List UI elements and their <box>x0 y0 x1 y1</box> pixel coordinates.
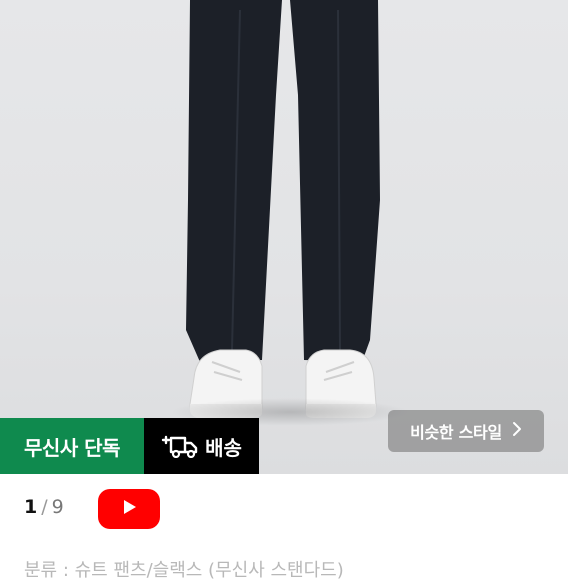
chevron-right-icon <box>512 421 522 441</box>
exclusive-badge: 무신사 단독 <box>0 418 144 474</box>
delivery-badge-label: 배송 <box>205 435 242 460</box>
similar-style-label: 비슷한 스타일 <box>410 423 502 442</box>
exclusive-badge-label: 무신사 단독 <box>24 435 120 460</box>
image-counter: 1/9 <box>24 496 64 518</box>
product-category: 분류 : 슈트 팬츠/슬랙스 (무신사 스탠다드) <box>24 560 344 581</box>
fast-delivery-truck-icon <box>161 434 199 458</box>
youtube-video-button[interactable] <box>98 489 160 529</box>
similar-style-button[interactable]: 비슷한 스타일 <box>388 410 544 452</box>
youtube-play-icon <box>120 498 138 520</box>
current-image-index: 1 <box>24 496 38 518</box>
product-image[interactable] <box>0 0 568 474</box>
total-image-count: 9 <box>51 496 64 518</box>
counter-separator: / <box>41 496 48 518</box>
delivery-badge: 배송 <box>144 418 259 474</box>
